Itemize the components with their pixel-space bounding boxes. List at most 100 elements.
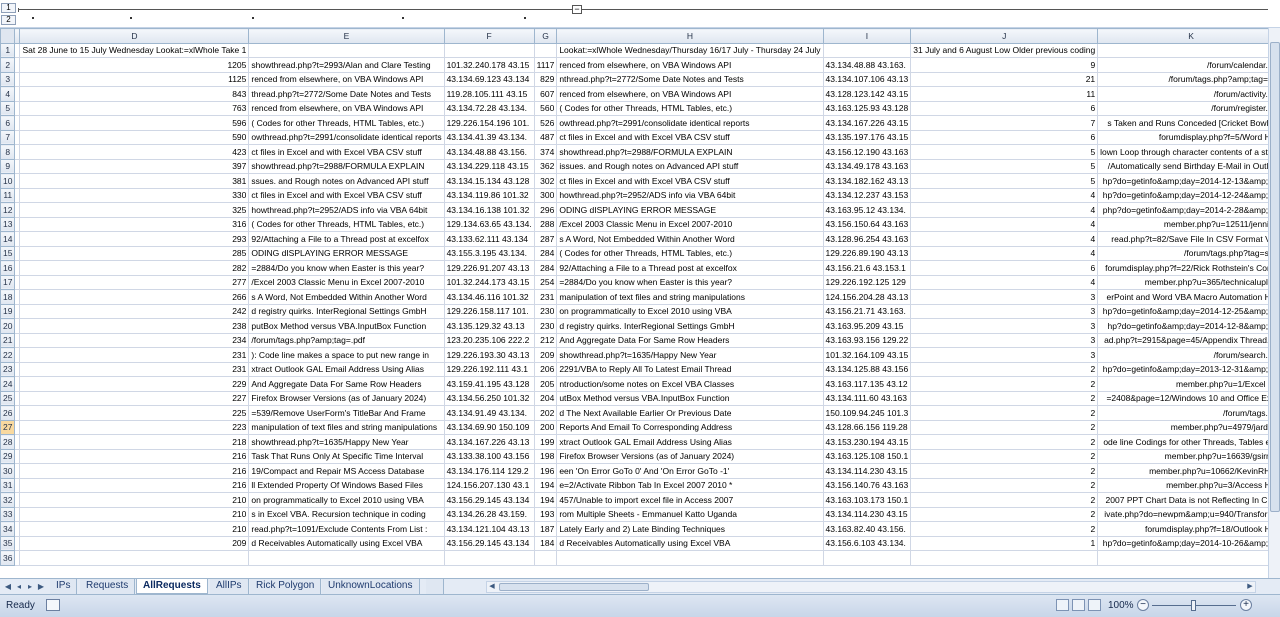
vertical-scrollbar[interactable] xyxy=(1268,28,1280,578)
row-header[interactable]: 35 xyxy=(0,535,16,551)
cell[interactable]: member.php?u=3/Access Help xyxy=(1097,477,1268,493)
row-header[interactable]: 24 xyxy=(0,376,16,392)
insert-sheet-icon[interactable] xyxy=(426,579,444,594)
cell[interactable]: 43.156.29.145 43.134 xyxy=(443,535,535,551)
cell[interactable]: member.php?u=10662/KevinRHunt xyxy=(1097,463,1268,479)
cell[interactable]: on programmatically to Excel 2010 using … xyxy=(248,492,445,508)
cell[interactable]: 2 xyxy=(910,463,1099,479)
cell[interactable]: 43.134.12.237 43.153 xyxy=(822,187,912,203)
sheet-tab[interactable]: UnknownLocations xyxy=(322,579,420,594)
cell[interactable]: ct files in Excel and with Excel VBA CSV… xyxy=(248,144,445,160)
worksheet-grid[interactable]: DEFGHIJKLMNOPQ 1Sat 28 June to 15 July W… xyxy=(0,28,1268,578)
column-header[interactable]: J xyxy=(910,28,1099,44)
row-header[interactable]: 31 xyxy=(0,477,16,493)
cell[interactable]: 300 xyxy=(533,187,558,203)
cell[interactable]: 124.156.207.130 43.1 xyxy=(443,477,535,493)
cell[interactable] xyxy=(248,550,445,566)
cell[interactable]: 216 xyxy=(19,477,250,493)
cell[interactable]: d Receivables Automatically using Excel … xyxy=(556,535,824,551)
cell[interactable]: 43.134.41.39 43.134. xyxy=(443,129,535,145)
cell[interactable]: forumdisplay.php?f=22/Rick Rothstein's C… xyxy=(1097,260,1268,276)
cell[interactable]: 3 xyxy=(910,318,1099,334)
cell[interactable]: showthread.php?t=2988/FORMULA EXPLAIN xyxy=(248,158,445,174)
cell[interactable]: 5 xyxy=(910,144,1099,160)
cell[interactable]: 7 xyxy=(910,115,1099,131)
cell[interactable]: /forum/tags.php?tag=spell xyxy=(1097,245,1268,261)
cell[interactable]: hp?do=getinfo&amp;day=2014-10-26&amp;c=1 xyxy=(1097,535,1268,551)
row-header[interactable]: 22 xyxy=(0,347,16,363)
cell[interactable]: 1117 xyxy=(533,57,558,73)
cell[interactable]: ntroduction/some notes on Excel VBA Clas… xyxy=(556,376,824,392)
row-header[interactable]: 7 xyxy=(0,129,16,145)
cell[interactable]: rom Multiple Sheets - Emmanuel Katto Uga… xyxy=(556,506,824,522)
cell[interactable]: thread.php?t=2772/Some Date Notes and Te… xyxy=(248,86,445,102)
cell[interactable]: 231 xyxy=(19,347,250,363)
cell[interactable]: forumdisplay.php?f=18/Outlook Help xyxy=(1097,521,1268,537)
cell[interactable]: 43.134.114.230 43.15 xyxy=(822,463,912,479)
cell[interactable]: 3 xyxy=(910,347,1099,363)
cell[interactable]: 2 xyxy=(910,405,1099,421)
cell[interactable]: showthread.php?t=2988/FORMULA EXPLAIN xyxy=(556,144,824,160)
cell[interactable]: showthread.php?t=1635/Happy New Year xyxy=(248,434,445,450)
cell[interactable]: 1205 xyxy=(19,57,250,73)
cell[interactable]: 43.133.38.100 43.156 xyxy=(443,448,535,464)
cell[interactable]: =2884/Do you know when Easter is this ye… xyxy=(248,260,445,276)
cell[interactable]: And Aggregate Data For Same Row Headers xyxy=(248,376,445,392)
cell[interactable]: 487 xyxy=(533,129,558,145)
row-header[interactable]: 32 xyxy=(0,492,16,508)
cell[interactable]: 316 xyxy=(19,216,250,232)
row-header[interactable]: 29 xyxy=(0,448,16,464)
cell[interactable]: ad.php?t=2915&page=45/Appendix Thread. 3… xyxy=(1097,332,1268,348)
normal-view-icon[interactable] xyxy=(1056,599,1069,611)
cell[interactable]: 43.159.41.195 43.128 xyxy=(443,376,535,392)
cell[interactable]: 590 xyxy=(19,129,250,145)
cell[interactable]: 230 xyxy=(533,318,558,334)
cell[interactable]: 204 xyxy=(533,390,558,406)
cell[interactable]: 119.28.105.111 43.15 xyxy=(443,86,535,102)
cell[interactable]: 230 xyxy=(533,303,558,319)
cell[interactable]: 4 xyxy=(910,202,1099,218)
cell[interactable]: 129.226.91.207 43.13 xyxy=(443,260,535,276)
zoom-in-button[interactable]: + xyxy=(1240,599,1252,611)
column-header[interactable]: H xyxy=(556,28,824,44)
row-header[interactable]: 14 xyxy=(0,231,16,247)
cell[interactable]: 198 xyxy=(533,448,558,464)
cell[interactable]: ODING dISPLAYING ERROR MESSAGE xyxy=(556,202,824,218)
row-header[interactable]: 11 xyxy=(0,187,16,203)
cell[interactable]: hp?do=getinfo&amp;day=2014-12-13&amp;c=1 xyxy=(1097,173,1268,189)
row-header[interactable]: 27 xyxy=(0,419,16,435)
cell[interactable]: 284 xyxy=(533,260,558,276)
cell[interactable]: =539/Remove UserForm's TitleBar And Fram… xyxy=(248,405,445,421)
cell[interactable]: ODING dISPLAYING ERROR MESSAGE xyxy=(248,245,445,261)
cell[interactable]: 3 xyxy=(910,289,1099,305)
cell[interactable]: 210 xyxy=(19,492,250,508)
cell[interactable] xyxy=(443,42,535,58)
cell[interactable] xyxy=(533,550,558,566)
cell[interactable]: 43.134.69.90 150.109 xyxy=(443,419,535,435)
cell[interactable]: 101.32.164.109 43.15 xyxy=(822,347,912,363)
cell[interactable]: 2 xyxy=(910,376,1099,392)
cell[interactable]: 9 xyxy=(910,57,1099,73)
cell[interactable]: 6 xyxy=(910,129,1099,145)
cell[interactable]: d registry quirks. InterRegional Setting… xyxy=(248,303,445,319)
cell[interactable]: 242 xyxy=(19,303,250,319)
row-header[interactable]: 23 xyxy=(0,361,16,377)
cell[interactable]: owthread.php?t=2991/consolidate identica… xyxy=(248,129,445,145)
cell[interactable]: lown Loop through character contents of … xyxy=(1097,144,1268,160)
row-header[interactable]: 18 xyxy=(0,289,16,305)
record-macro-icon[interactable] xyxy=(46,599,60,611)
cell[interactable]: 43.134.176.114 129.2 xyxy=(443,463,535,479)
cell[interactable]: 43.156.140.76 43.163 xyxy=(822,477,912,493)
horizontal-scrollbar[interactable]: ◀ ▶ xyxy=(486,581,1256,593)
cell[interactable]: 325 xyxy=(19,202,250,218)
cell[interactable]: /forum/tags.php?amp;tag=.pdf xyxy=(248,332,445,348)
cell[interactable] xyxy=(443,550,535,566)
scroll-left-icon[interactable]: ◀ xyxy=(487,582,497,592)
cell[interactable]: /forum/calendar.php xyxy=(1097,57,1268,73)
cell[interactable]: 101.32.244.173 43.15 xyxy=(443,274,535,290)
last-sheet-nav-icon[interactable]: ▶ xyxy=(36,581,46,593)
cell[interactable]: issues. and Rough notes on Advanced API … xyxy=(556,158,824,174)
cell[interactable]: een 'On Error GoTo 0' And 'On Error GoTo… xyxy=(556,463,824,479)
cell[interactable]: 3 xyxy=(910,303,1099,319)
cell[interactable]: showthread.php?t=2993/Alan and Clare Tes… xyxy=(248,57,445,73)
